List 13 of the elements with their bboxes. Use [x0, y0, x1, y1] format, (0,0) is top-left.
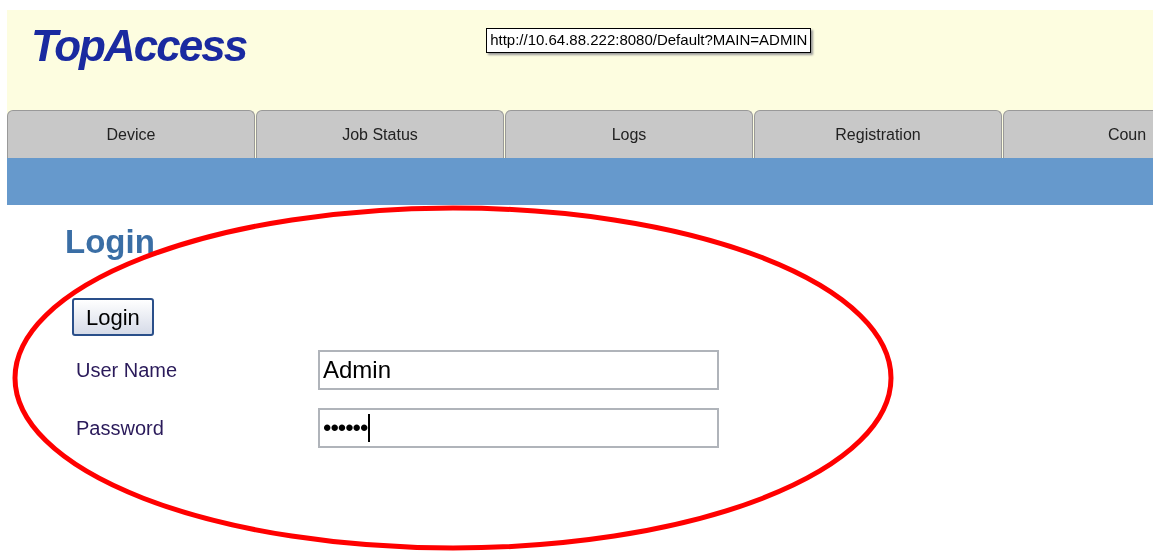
page-title: Login: [65, 222, 156, 262]
nav-tab[interactable]: Device: [7, 110, 255, 158]
logo: TopAccess: [31, 24, 247, 68]
username-field[interactable]: Admin: [318, 350, 719, 391]
nav-tab[interactable]: Registration: [754, 110, 1002, 158]
url-tooltip: http://10.64.88.222:8080/Default?MAIN=ADMIN: [486, 28, 812, 53]
nav-tab[interactable]: Job Status: [256, 110, 504, 158]
login-button[interactable]: Login: [72, 298, 154, 337]
field-label: Password: [76, 416, 165, 442]
field-label: User Name: [76, 358, 179, 384]
password-field[interactable]: ••••••: [318, 408, 719, 449]
nav-tab[interactable]: Coun: [1003, 110, 1153, 158]
nav-tab[interactable]: Logs: [505, 110, 753, 158]
